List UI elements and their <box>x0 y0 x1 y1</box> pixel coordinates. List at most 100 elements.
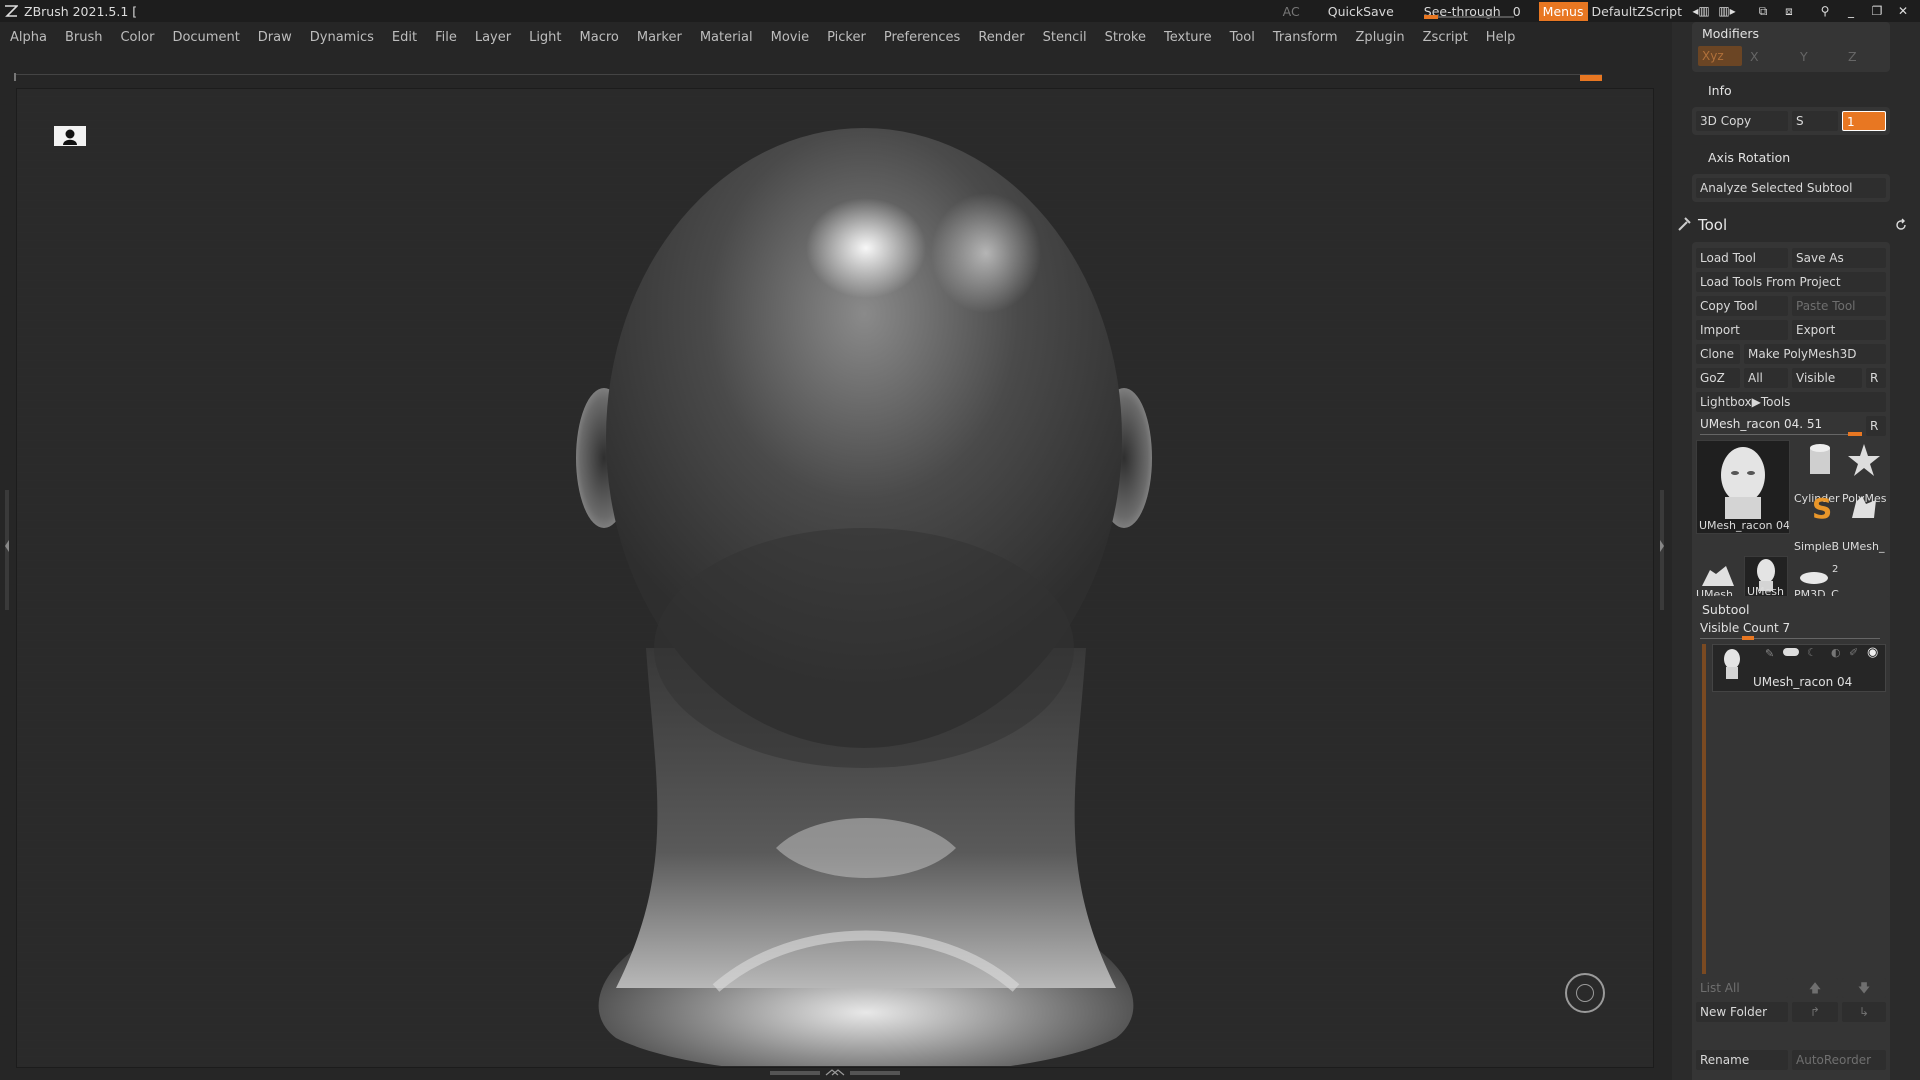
visible-count-slider[interactable]: Visible Count 7 <box>1700 621 1790 635</box>
menu-stencil[interactable]: Stencil <box>1033 30 1095 45</box>
move-up-icon[interactable]: 🡅 <box>1792 978 1838 998</box>
menu-texture[interactable]: Texture <box>1154 30 1220 45</box>
autoreorder-button[interactable]: AutoReorder <box>1792 1050 1886 1070</box>
default-zscript-button[interactable]: DefaultZScript <box>1590 4 1689 19</box>
menu-edit[interactable]: Edit <box>382 30 425 45</box>
umesh-dog-icon[interactable] <box>1844 490 1884 524</box>
menu-layer[interactable]: Layer <box>465 30 519 45</box>
copy3d-button[interactable]: 3D Copy <box>1696 111 1788 131</box>
menu-render[interactable]: Render <box>968 30 1032 45</box>
simplebrush-icon[interactable]: S <box>1800 490 1840 524</box>
menu-dynamics[interactable]: Dynamics <box>300 30 382 45</box>
user-icon[interactable]: ⚲ <box>1812 4 1838 18</box>
info-title[interactable]: Info <box>1708 83 1732 98</box>
umesh-creature-icon[interactable] <box>1696 560 1740 590</box>
refresh-icon[interactable] <box>1894 218 1908 232</box>
subtool-eye-icon[interactable]: ◉ <box>1867 645 1878 660</box>
lightbox-tools-button[interactable]: Lightbox▶Tools <box>1696 392 1886 412</box>
navigation-gizmo-icon[interactable] <box>1565 973 1605 1013</box>
current-tool-handle[interactable] <box>1848 432 1862 436</box>
clone-button[interactable]: Clone <box>1696 344 1740 364</box>
menu-brush[interactable]: Brush <box>55 30 111 45</box>
z-toggle[interactable]: Z <box>1848 49 1857 64</box>
y-toggle[interactable]: Y <box>1800 49 1808 64</box>
right-tray-handle[interactable] <box>1659 490 1665 610</box>
xyz-toggle[interactable]: Xyz <box>1698 46 1742 66</box>
subtool-item[interactable]: ✎ ☾ ◐ ✐ ◉ UMesh_racon 04 <box>1712 644 1886 692</box>
ui-toggle-icon[interactable]: ⧈ <box>1776 4 1802 19</box>
paste-tool-button[interactable]: Paste Tool <box>1792 296 1886 316</box>
menu-zscript[interactable]: Zscript <box>1413 30 1476 45</box>
tool-thumb-umesh-main[interactable]: UMesh_racon 04 <box>1696 440 1790 534</box>
menu-document[interactable]: Document <box>162 30 247 45</box>
subtool-brush-icon[interactable]: ✎ <box>1765 647 1774 660</box>
make-polymesh-button[interactable]: Make PolyMesh3D <box>1744 344 1886 364</box>
subtool-title[interactable]: Subtool <box>1702 602 1749 617</box>
prev-layout-icon[interactable]: ◂▥ <box>1688 4 1714 18</box>
seethrough-slider[interactable]: See-through 0 <box>1416 4 1529 19</box>
menu-marker[interactable]: Marker <box>627 30 690 45</box>
subtool-scrollbar[interactable] <box>1702 644 1706 974</box>
menu-draw[interactable]: Draw <box>248 30 300 45</box>
minimize-icon[interactable]: _ <box>1838 4 1864 18</box>
new-folder-button[interactable]: New Folder <box>1696 1002 1788 1022</box>
menu-light[interactable]: Light <box>519 30 569 45</box>
visible-count-handle[interactable] <box>1742 636 1754 640</box>
polymesh-star-icon[interactable] <box>1844 442 1884 478</box>
menus-button[interactable]: Menus <box>1538 1 1588 21</box>
menu-alpha[interactable]: Alpha <box>0 30 55 45</box>
tool-r-button[interactable]: R <box>1866 416 1886 436</box>
shelf-marker[interactable] <box>1580 75 1602 81</box>
folder-move-up-icon[interactable]: ↱ <box>1792 1002 1838 1022</box>
all-button[interactable]: All <box>1744 368 1788 388</box>
menu-transform[interactable]: Transform <box>1263 30 1346 45</box>
next-layout-icon[interactable]: ▥▸ <box>1714 4 1740 18</box>
menu-movie[interactable]: Movie <box>761 30 817 45</box>
menu-tool[interactable]: Tool <box>1220 30 1263 45</box>
subtool-polypaint-icon[interactable] <box>1783 648 1799 656</box>
layout-icon[interactable]: ⧉ <box>1750 4 1776 19</box>
move-down-icon[interactable]: 🡇 <box>1842 978 1886 998</box>
current-tool-slider[interactable]: UMesh_racon 04. 51 <box>1700 417 1822 431</box>
folder-move-down-icon[interactable]: ↳ <box>1842 1002 1886 1022</box>
goz-button[interactable]: GoZ <box>1696 368 1740 388</box>
axis-rotation-title[interactable]: Axis Rotation <box>1708 150 1790 165</box>
subtool-pen-icon[interactable]: ✐ <box>1849 646 1858 659</box>
quicksave-button[interactable]: QuickSave <box>1308 4 1416 19</box>
camera-icon[interactable] <box>54 126 86 146</box>
sculpt-model[interactable] <box>16 88 1652 1066</box>
x-toggle[interactable]: X <box>1750 49 1759 64</box>
import-button[interactable]: Import <box>1696 320 1788 340</box>
pm3d-disc-icon[interactable] <box>1796 560 1836 590</box>
export-button[interactable]: Export <box>1792 320 1886 340</box>
subtool-dot-icon[interactable]: ◐ <box>1831 646 1841 659</box>
close-icon[interactable]: ✕ <box>1890 4 1916 18</box>
rename-button[interactable]: Rename <box>1696 1050 1788 1070</box>
menu-stroke[interactable]: Stroke <box>1095 30 1154 45</box>
menu-picker[interactable]: Picker <box>817 30 874 45</box>
ac-button[interactable]: AC <box>1275 4 1308 19</box>
copy3d-s-field[interactable]: S <box>1792 111 1838 131</box>
menu-material[interactable]: Material <box>690 30 761 45</box>
load-tool-button[interactable]: Load Tool <box>1696 248 1788 268</box>
menu-macro[interactable]: Macro <box>570 30 627 45</box>
bottom-tray-handle[interactable] <box>770 1069 900 1077</box>
subtool-moon-icon[interactable]: ☾ <box>1807 646 1817 659</box>
restore-icon[interactable]: ❐ <box>1864 4 1890 18</box>
tool-thumb-umesh-small[interactable]: UMesh_ <box>1744 556 1788 600</box>
copy3d-value-field[interactable]: 1 <box>1842 111 1886 131</box>
left-tray-handle[interactable] <box>4 490 10 610</box>
copy-tool-button[interactable]: Copy Tool <box>1696 296 1788 316</box>
visible-button[interactable]: Visible <box>1792 368 1862 388</box>
goz-r-button[interactable]: R <box>1866 368 1886 388</box>
menu-color[interactable]: Color <box>110 30 162 45</box>
save-as-button[interactable]: Save As <box>1792 248 1886 268</box>
menu-help[interactable]: Help <box>1476 30 1524 45</box>
menu-file[interactable]: File <box>425 30 465 45</box>
seethrough-handle[interactable] <box>1423 14 1438 19</box>
list-all-button[interactable]: List All <box>1696 978 1788 998</box>
tool-title[interactable]: Tool <box>1698 216 1727 234</box>
analyze-subtool-button[interactable]: Analyze Selected Subtool <box>1696 178 1886 198</box>
load-tools-from-project-button[interactable]: Load Tools From Project <box>1696 272 1886 292</box>
menu-preferences[interactable]: Preferences <box>874 30 968 45</box>
